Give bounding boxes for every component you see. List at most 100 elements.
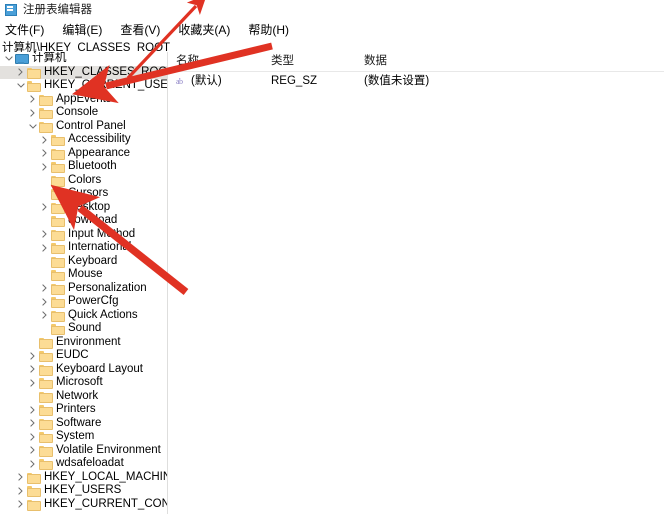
tree-node-cursors[interactable]: Cursors bbox=[0, 187, 167, 201]
chevron-right-icon[interactable] bbox=[27, 444, 38, 457]
tree-node-appevents[interactable]: AppEvents bbox=[0, 93, 167, 107]
folder-icon bbox=[50, 282, 64, 294]
chevron-right-icon[interactable] bbox=[27, 93, 38, 106]
folder-icon bbox=[38, 444, 52, 456]
chevron-right-icon[interactable] bbox=[39, 160, 50, 173]
tree-node-bluetooth[interactable]: Bluetooth bbox=[0, 160, 167, 174]
menu-file[interactable]: 文件(F) bbox=[5, 21, 52, 39]
tree-node-volatile-environment[interactable]: Volatile Environment bbox=[0, 444, 167, 458]
folder-icon bbox=[38, 458, 52, 470]
tree-node-label: Personalization bbox=[68, 282, 147, 295]
tree-node-label: Accessibility bbox=[68, 133, 131, 146]
tree-node-hkey-users[interactable]: HKEY_USERS bbox=[0, 484, 167, 498]
folder-icon bbox=[26, 66, 40, 78]
chevron-right-icon[interactable] bbox=[27, 349, 38, 362]
tree-node-keyboard[interactable]: Keyboard bbox=[0, 255, 167, 269]
chevron-down-icon[interactable] bbox=[3, 52, 14, 65]
tree-node-label: Sound bbox=[68, 322, 101, 335]
tree-node-hkey-current-user[interactable]: HKEY_CURRENT_USER bbox=[0, 79, 167, 93]
column-header-data[interactable]: 数据 bbox=[364, 54, 664, 71]
tree-node-label: Environment bbox=[56, 336, 121, 349]
chevron-right-icon[interactable] bbox=[27, 403, 38, 416]
tree-node-desktop[interactable]: Desktop bbox=[0, 201, 167, 215]
tree-node-input-method[interactable]: Input Method bbox=[0, 228, 167, 242]
tree-node-network[interactable]: Network bbox=[0, 390, 167, 404]
chevron-down-icon[interactable] bbox=[27, 120, 38, 133]
tree-node-software[interactable]: Software bbox=[0, 417, 167, 431]
tree-node-label: HKEY_USERS bbox=[44, 484, 121, 497]
chevron-right-icon[interactable] bbox=[39, 295, 50, 308]
chevron-right-icon[interactable] bbox=[27, 457, 38, 470]
tree-node-label: Bluetooth bbox=[68, 160, 117, 173]
menu-view[interactable]: 查看(V) bbox=[120, 21, 168, 39]
tree-node-hkey-classes-root[interactable]: HKEY_CLASSES_ROOT bbox=[0, 66, 167, 80]
chevron-right-icon[interactable] bbox=[39, 133, 50, 146]
tree-node-[interactable]: 计算机 bbox=[0, 52, 167, 66]
tree-node-download[interactable]: download bbox=[0, 214, 167, 228]
chevron-right-icon[interactable] bbox=[39, 309, 50, 322]
chevron-right-icon[interactable] bbox=[39, 147, 50, 160]
folder-icon bbox=[38, 377, 52, 389]
tree-node-keyboard-layout[interactable]: Keyboard Layout bbox=[0, 363, 167, 377]
folder-icon bbox=[50, 188, 64, 200]
folder-icon bbox=[50, 255, 64, 267]
chevron-right-icon[interactable] bbox=[39, 201, 50, 214]
tree-node-label: HKEY_CLASSES_ROOT bbox=[44, 66, 168, 79]
tree-node-colors[interactable]: Colors bbox=[0, 174, 167, 188]
chevron-right-icon[interactable] bbox=[27, 363, 38, 376]
tree-node-eudc[interactable]: EUDC bbox=[0, 349, 167, 363]
address-bar[interactable]: 计算机\HKEY_CLASSES_ROOT bbox=[0, 38, 664, 52]
tree-node-system[interactable]: System bbox=[0, 430, 167, 444]
content-area: 计算机HKEY_CLASSES_ROOTHKEY_CURRENT_USERApp… bbox=[0, 52, 664, 514]
chevron-right-icon[interactable] bbox=[15, 498, 26, 511]
folder-icon bbox=[50, 323, 64, 335]
tree-node-international[interactable]: International bbox=[0, 241, 167, 255]
column-header-type[interactable]: 类型 bbox=[271, 54, 364, 71]
tree-node-powercfg[interactable]: PowerCfg bbox=[0, 295, 167, 309]
tree-node-appearance[interactable]: Appearance bbox=[0, 147, 167, 161]
chevron-right-icon[interactable] bbox=[27, 106, 38, 119]
folder-icon bbox=[50, 309, 64, 321]
chevron-right-icon[interactable] bbox=[15, 484, 26, 497]
tree-node-label: PowerCfg bbox=[68, 295, 119, 308]
chevron-right-icon[interactable] bbox=[15, 471, 26, 484]
cell-data: (数值未设置) bbox=[364, 73, 664, 89]
tree-node-label: HKEY_CURRENT_CONFIG bbox=[44, 498, 168, 511]
cell-name: (默认) bbox=[171, 73, 271, 89]
menu-favorites[interactable]: 收藏夹(A) bbox=[178, 21, 238, 39]
values-list-panel[interactable]: 名称 类型 数据 (默认)REG_SZ(数值未设置) bbox=[171, 52, 664, 514]
tree-node-sound[interactable]: Sound bbox=[0, 322, 167, 336]
chevron-right-icon[interactable] bbox=[39, 228, 50, 241]
tree-node-wdsafeloadat[interactable]: wdsafeloadat bbox=[0, 457, 167, 471]
tree-node-control-panel[interactable]: Control Panel bbox=[0, 120, 167, 134]
chevron-right-icon[interactable] bbox=[27, 376, 38, 389]
tree-node-environment[interactable]: Environment bbox=[0, 336, 167, 350]
chevron-right-icon[interactable] bbox=[39, 241, 50, 254]
menu-edit[interactable]: 编辑(E) bbox=[62, 21, 110, 39]
chevron-right-icon[interactable] bbox=[15, 66, 26, 79]
chevron-right-icon[interactable] bbox=[27, 417, 38, 430]
values-list-header: 名称 类型 数据 bbox=[171, 52, 664, 72]
tree-node-mouse[interactable]: Mouse bbox=[0, 268, 167, 282]
chevron-down-icon[interactable] bbox=[15, 79, 26, 92]
tree-node-hkey-local-machine[interactable]: HKEY_LOCAL_MACHINE bbox=[0, 471, 167, 485]
cell-type: REG_SZ bbox=[271, 73, 364, 89]
tree-node-hkey-current-config[interactable]: HKEY_CURRENT_CONFIG bbox=[0, 498, 167, 512]
folder-icon bbox=[50, 174, 64, 186]
registry-tree-panel[interactable]: 计算机HKEY_CLASSES_ROOTHKEY_CURRENT_USERApp… bbox=[0, 52, 168, 514]
tree-node-label: EUDC bbox=[56, 349, 89, 362]
table-row[interactable]: (默认)REG_SZ(数值未设置) bbox=[171, 72, 664, 90]
tree-node-personalization[interactable]: Personalization bbox=[0, 282, 167, 296]
column-header-name[interactable]: 名称 bbox=[171, 54, 271, 71]
chevron-right-icon[interactable] bbox=[27, 430, 38, 443]
tree-node-accessibility[interactable]: Accessibility bbox=[0, 133, 167, 147]
chevron-right-icon[interactable] bbox=[39, 282, 50, 295]
folder-icon bbox=[26, 80, 40, 92]
tree-node-microsoft[interactable]: Microsoft bbox=[0, 376, 167, 390]
values-list-rows: (默认)REG_SZ(数值未设置) bbox=[171, 72, 664, 90]
tree-node-printers[interactable]: Printers bbox=[0, 403, 167, 417]
tree-node-label: Control Panel bbox=[56, 120, 126, 133]
tree-node-console[interactable]: Console bbox=[0, 106, 167, 120]
tree-node-quick-actions[interactable]: Quick Actions bbox=[0, 309, 167, 323]
menu-help[interactable]: 帮助(H) bbox=[248, 21, 297, 39]
